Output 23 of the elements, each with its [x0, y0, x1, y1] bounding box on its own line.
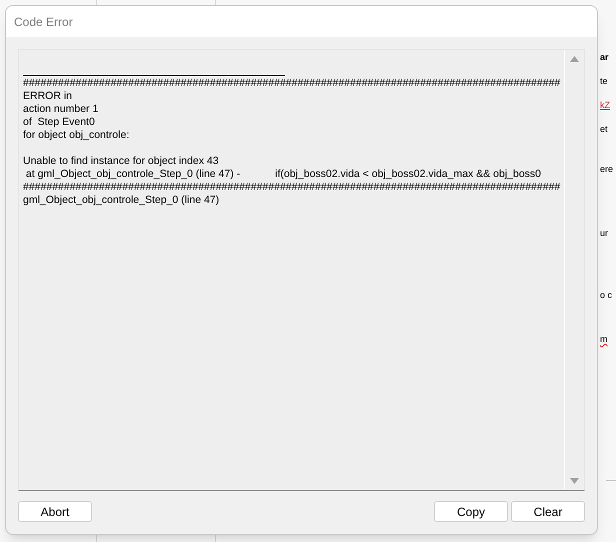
background-text: et — [600, 124, 608, 135]
log-line: ############################################################################################ — [23, 181, 560, 194]
background-text: ar — [600, 52, 609, 63]
background-text: ere — [600, 164, 614, 175]
window-title: Code Error — [14, 14, 73, 30]
background-text: ur — [600, 228, 608, 239]
log-line: action number 1 — [23, 103, 98, 116]
log-line: Unable to find instance for object index 43 — [23, 155, 219, 168]
log-line: ERROR in — [23, 90, 72, 103]
abort-button[interactable]: Abort — [18, 501, 92, 522]
background-text: o c — [600, 290, 612, 301]
log-line: for object obj_controle: — [23, 129, 130, 142]
background-text: te — [600, 76, 608, 87]
log-line: of Step Event0 — [23, 116, 95, 129]
dialog-button[interactable]: Clear — [511, 501, 585, 522]
dialog-button[interactable]: Copy — [434, 501, 508, 522]
background-text: m — [600, 334, 608, 345]
scroll-down-icon[interactable] — [570, 478, 579, 484]
log-line: gml_Object_obj_controle_Step_0 (line 47) — [23, 194, 220, 207]
log-line: at gml_Object_obj_controle_Step_0 (line 47) - if(obj_boss02.vida < obj_boss02.vida_max && obj_boss0 — [24, 168, 542, 181]
log-line: ############################################################################################ — [23, 77, 560, 90]
background-text: kZ — [600, 100, 610, 111]
scroll-up-icon[interactable] — [570, 56, 579, 62]
